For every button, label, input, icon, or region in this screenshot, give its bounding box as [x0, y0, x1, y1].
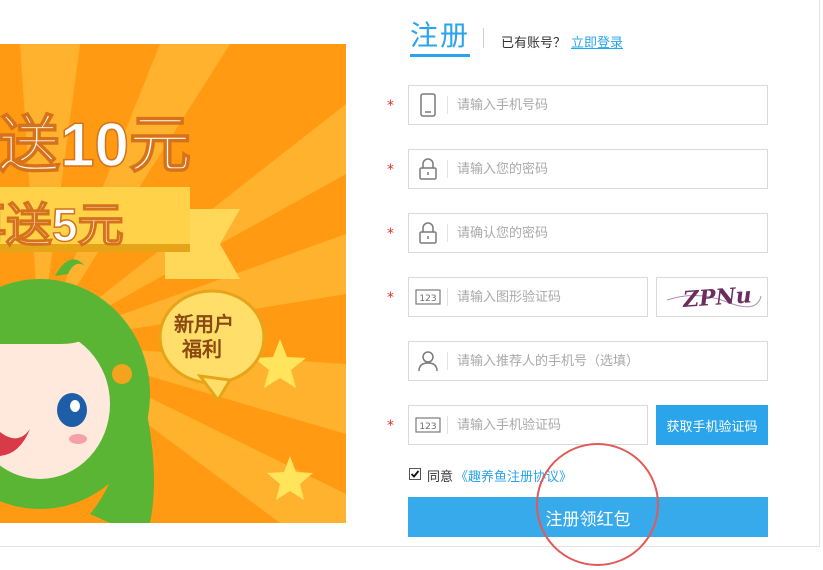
required-mark: *	[387, 98, 394, 114]
required-mark: *	[387, 290, 394, 306]
login-link[interactable]: 立即登录	[571, 32, 623, 51]
icon-divider	[447, 96, 448, 114]
user-icon	[410, 343, 446, 379]
required-mark: *	[387, 162, 394, 178]
promo-banner: 送10元 再送5元 新用户 福利	[0, 44, 346, 523]
code-icon: 123	[410, 279, 446, 315]
icon-divider	[447, 288, 448, 306]
code-icon-text: 123	[419, 294, 436, 304]
sms-code-input[interactable]	[457, 407, 639, 443]
banner-subline: 再送5元	[0, 199, 124, 251]
confirm-password-input[interactable]	[457, 215, 759, 251]
bubble-line1: 新用户	[174, 312, 234, 336]
phone-input[interactable]	[457, 87, 759, 123]
page-bottom-strip	[0, 548, 823, 570]
agreement-link[interactable]: 《趣养鱼注册协议》	[455, 466, 572, 485]
required-mark: *	[387, 418, 394, 434]
lock-icon	[410, 151, 446, 187]
tab-register[interactable]: 注册	[410, 14, 470, 54]
image-code-field[interactable]: 123	[408, 277, 648, 317]
password-field[interactable]	[408, 149, 768, 189]
have-account-text: 已有账号？	[501, 36, 567, 51]
bubble-line2: 福利	[181, 338, 222, 361]
code-icon-text: 123	[419, 422, 436, 432]
phone-field[interactable]	[408, 85, 768, 125]
agree-label: 同意	[427, 470, 454, 485]
get-sms-code-button[interactable]: 获取手机验证码	[656, 405, 768, 445]
tab-divider	[483, 28, 484, 48]
tab-active-underline	[410, 54, 470, 57]
referrer-field[interactable]	[408, 341, 768, 381]
referrer-input[interactable]	[457, 343, 759, 379]
image-code-input[interactable]	[457, 279, 639, 315]
captcha-text: ZPNu	[681, 282, 752, 313]
captcha-image[interactable]: ZPNu	[656, 277, 768, 317]
icon-divider	[447, 224, 448, 242]
lock-icon	[410, 215, 446, 251]
code-icon: 123	[410, 407, 446, 443]
agree-checkbox[interactable]	[409, 468, 421, 480]
icon-divider	[447, 160, 448, 178]
password-input[interactable]	[457, 151, 759, 187]
icon-divider	[447, 352, 448, 370]
required-mark: *	[387, 226, 394, 242]
phone-icon	[410, 87, 446, 123]
banner-headline: 送10元	[0, 111, 191, 180]
sms-code-field[interactable]: 123	[408, 405, 648, 445]
icon-divider	[447, 416, 448, 434]
submit-register-button[interactable]: 注册领红包	[408, 497, 768, 537]
confirm-password-field[interactable]	[408, 213, 768, 253]
